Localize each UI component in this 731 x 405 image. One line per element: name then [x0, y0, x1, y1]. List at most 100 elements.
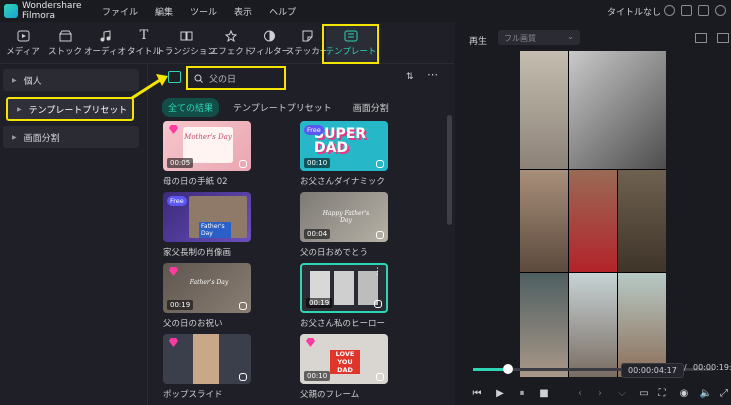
split-icon[interactable]: ⌵ — [615, 386, 629, 400]
upload-icon[interactable] — [681, 5, 692, 16]
player-tab[interactable]: 再生 — [469, 34, 487, 47]
video-photo — [618, 170, 666, 272]
template-content: 父の日 ⇅ ⋯ 全ての結果 テンプレートプリセット 画面分割 Mother's … — [149, 64, 454, 405]
toolbar-sticker[interactable]: ステッカー — [286, 24, 328, 62]
chevron-right-icon: ▶ — [17, 105, 22, 113]
search-icon — [194, 74, 203, 83]
template-small-icon — [168, 71, 181, 83]
mark-in-icon[interactable]: ‹ — [573, 386, 587, 400]
quality-select[interactable]: フル画質 ⌄ — [498, 30, 580, 45]
seek-handle[interactable] — [503, 364, 513, 374]
card-name: 家父長制の肖像画 — [163, 248, 232, 258]
fullscreen-icon[interactable]: ⛶ — [655, 386, 669, 400]
chevron-right-icon: ▶ — [12, 76, 17, 84]
toolbar-title[interactable]: T タイトル — [127, 24, 161, 62]
audio-icon — [374, 300, 382, 308]
tab-split-screen[interactable]: 画面分割 — [353, 101, 389, 114]
project-title[interactable]: タイトルなし — [607, 5, 661, 18]
asset-toolbar: メディア ストック オーディオ T タイトル トランジション エフェクト フィル… — [0, 22, 454, 64]
video-preview — [520, 51, 666, 377]
card-title-text: LOVE YOU DAD — [330, 350, 360, 374]
sort-icon[interactable]: ⇅ — [406, 72, 416, 82]
toolbar-stock[interactable]: ストック — [48, 24, 82, 62]
more-options-icon[interactable]: ⋯ — [427, 68, 438, 81]
toolbar-effect[interactable]: エフェクト — [210, 24, 252, 62]
card-title-text: Father's Day — [189, 279, 229, 286]
more-options-icon[interactable]: ⋮ — [373, 267, 382, 277]
template-card-happy-fathers-day[interactable]: Happy Father's Day 00:04 — [300, 192, 388, 242]
display-icon[interactable]: ▭ — [637, 386, 651, 400]
camera-icon[interactable]: ◉ — [677, 386, 691, 400]
chevron-down-icon: ⌄ — [567, 32, 574, 41]
audio-icon — [376, 373, 384, 381]
save-icon[interactable] — [698, 5, 709, 16]
menu-help[interactable]: ヘルプ — [269, 5, 296, 18]
total-time: 00:00:19: — [693, 363, 731, 372]
video-photo — [520, 51, 568, 169]
menu-view[interactable]: 表示 — [234, 5, 252, 18]
toolbar-media[interactable]: メディア — [6, 24, 40, 62]
template-highlight-box — [322, 24, 379, 64]
filter-icon — [262, 29, 276, 42]
card-name: 父親のフレーム — [300, 390, 360, 400]
chevron-right-icon: ▶ — [12, 133, 17, 141]
tab-template-preset[interactable]: テンプレートプリセット — [233, 101, 332, 114]
audio-icon — [239, 373, 247, 381]
template-card-fathers-frame[interactable]: LOVE YOU DAD 00:10 — [300, 334, 388, 384]
play-icon[interactable]: ▶ — [493, 386, 507, 400]
card-title-text: Happy Father's Day — [322, 210, 370, 224]
previous-frame-icon[interactable]: ⏮ — [470, 386, 484, 400]
sidebar-item-template-preset[interactable]: ▶ テンプレートプリセット — [6, 97, 134, 121]
video-photo — [520, 170, 568, 272]
tab-all-results[interactable]: 全ての結果 — [162, 98, 220, 117]
search-input[interactable]: 父の日 — [186, 66, 286, 90]
sidebar-item-split-screen[interactable]: ▶ 画面分割 — [3, 126, 139, 148]
audio-icon — [239, 302, 247, 310]
image-icon[interactable] — [717, 33, 729, 43]
app-name: Wondershare Filmora — [22, 1, 82, 21]
card-name: 父の日のお祝い — [163, 319, 223, 329]
premium-gem-icon — [169, 125, 178, 134]
toolbar-transition[interactable]: トランジション — [156, 24, 216, 62]
template-card-mothers-letter[interactable]: Mother's Day 00:05 — [163, 121, 251, 171]
time-separator: / — [684, 363, 687, 372]
menu-tools[interactable]: ツール — [190, 5, 217, 18]
mark-out-icon[interactable]: › — [593, 386, 607, 400]
menu-file[interactable]: ファイル — [102, 5, 138, 18]
effect-icon — [224, 29, 238, 42]
card-photo — [193, 334, 219, 384]
toolbar-filter[interactable]: フィルター — [248, 24, 290, 62]
card-name: お父さん私のヒーロー — [300, 319, 386, 329]
media-icon — [16, 29, 30, 42]
check-icon[interactable] — [715, 5, 726, 16]
card-name: お父さんダイナミック — [300, 177, 385, 187]
card-title-text: Father's Day — [199, 222, 231, 238]
content-scrollbar[interactable] — [447, 115, 452, 225]
card-name: 母の日の手紙 02 — [163, 177, 228, 187]
account-icon[interactable] — [664, 5, 675, 16]
premium-gem-icon — [306, 338, 315, 347]
video-photo — [569, 273, 617, 377]
scale-icon[interactable]: ⤢ — [717, 386, 731, 400]
card-title-text: SUPER DAD — [314, 126, 367, 156]
result-tabs: 全ての結果 テンプレートプリセット 画面分割 — [162, 98, 410, 117]
template-card-portrait[interactable]: Father's Day Free — [163, 192, 251, 242]
preview-player: 再生 フル画質 ⌄ 00:00:04:17 / 00:00:19: ⏮ ▶ ⏸ … — [455, 22, 731, 405]
menu-bar: ファイル 編集 ツール 表示 ヘルプ — [102, 5, 313, 18]
filmora-logo-icon — [4, 4, 18, 18]
pause-icon[interactable]: ⏸ — [515, 386, 529, 400]
stop-icon[interactable]: ■ — [537, 386, 551, 400]
template-card-fathers-day-celebration[interactable]: Father's Day 00:19 — [163, 263, 251, 313]
snapshot-icon[interactable] — [695, 33, 707, 43]
volume-icon[interactable]: 🔈 — [699, 386, 713, 400]
video-photo — [569, 170, 617, 272]
template-card-super-dad[interactable]: SUPER DAD Free 00:10 — [300, 121, 388, 171]
sidebar-item-personal[interactable]: ▶ 個人 — [3, 69, 139, 91]
sticker-icon — [300, 29, 314, 42]
template-card-pop-slide[interactable] — [163, 334, 251, 384]
template-card-my-hero[interactable]: ⋮ 00:19 — [300, 263, 388, 313]
video-photo — [618, 273, 666, 377]
title-icon: T — [139, 28, 149, 43]
menu-edit[interactable]: 編集 — [155, 5, 173, 18]
toolbar-audio[interactable]: オーディオ — [84, 24, 126, 62]
